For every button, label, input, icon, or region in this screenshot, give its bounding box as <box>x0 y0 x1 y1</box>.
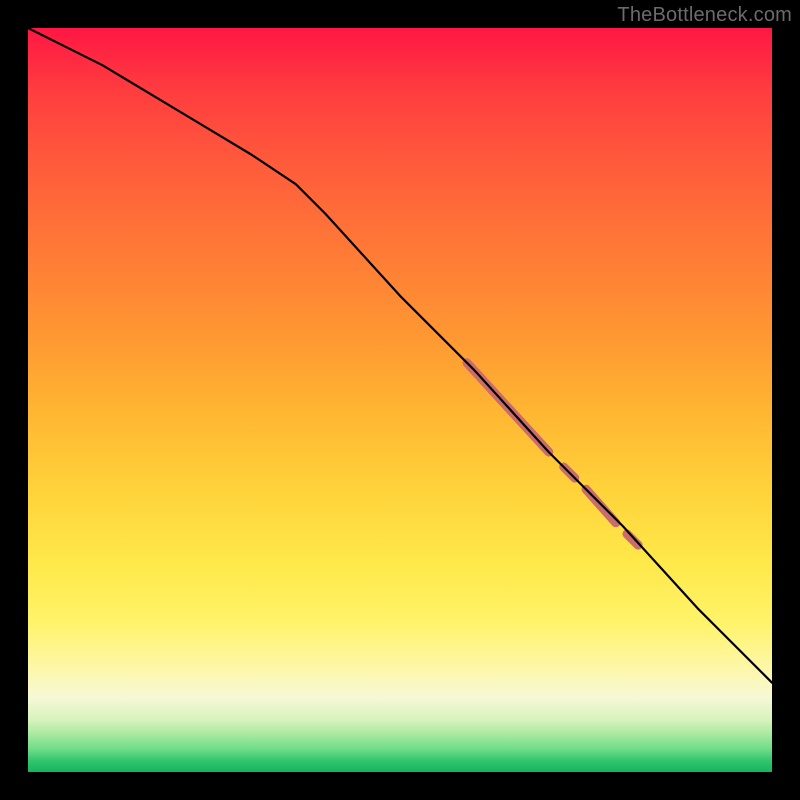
watermark-text: TheBottleneck.com <box>617 4 792 27</box>
curve-path <box>28 28 772 683</box>
chart-svg <box>28 28 772 772</box>
chart-plot-area <box>28 28 772 772</box>
chart-frame: TheBottleneck.com <box>0 0 800 800</box>
